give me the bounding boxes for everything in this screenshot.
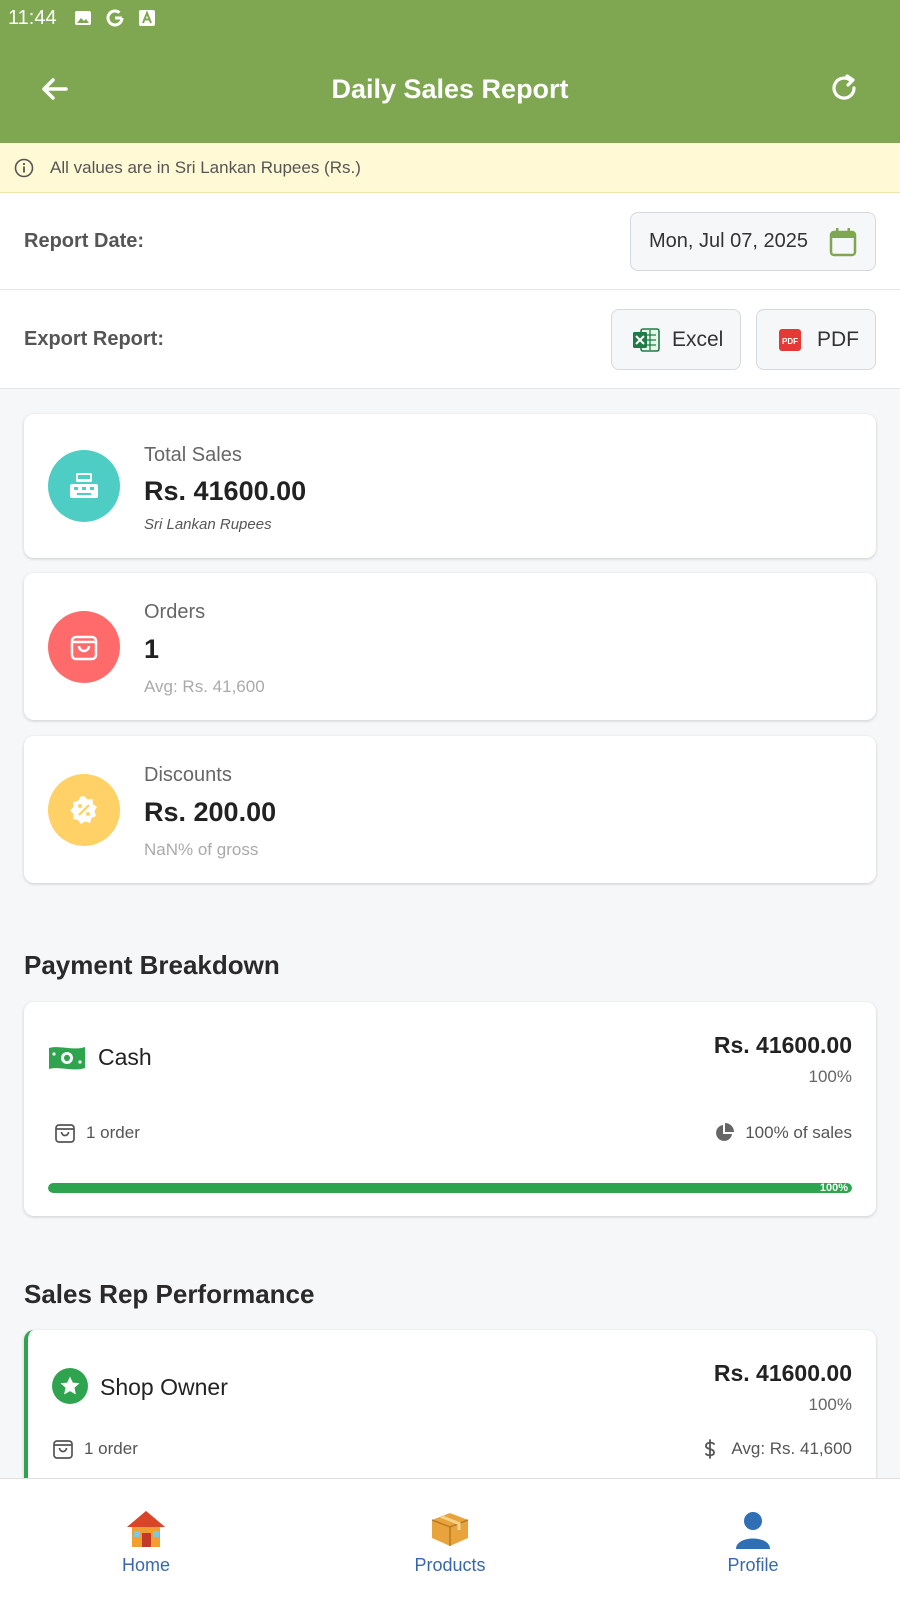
rep-average: Avg: Rs. 41,600 — [699, 1438, 852, 1460]
notice-text: All values are in Sri Lankan Rupees (Rs.… — [50, 157, 361, 177]
nav-profile-label: Profile — [727, 1555, 779, 1575]
nav-products[interactable]: Products — [370, 1507, 530, 1576]
status-bar: 11:44 — [0, 0, 900, 36]
stat-value: Rs. 200.00 — [144, 797, 277, 827]
progress-fill: 100% — [48, 1183, 852, 1193]
nav-products-label: Products — [414, 1555, 486, 1575]
discounts-card: Discounts Rs. 200.00 NaN% of gross — [24, 736, 876, 883]
page-title: Daily Sales Report — [331, 74, 569, 104]
rep-orders-text: 1 order — [84, 1439, 138, 1458]
nav-home-label: Home — [121, 1555, 170, 1575]
export-label: Export Report: — [24, 327, 164, 350]
excel-label: Excel — [672, 327, 724, 351]
stat-value: Rs. 41600.00 — [144, 476, 307, 506]
orders-card: Orders 1 Avg: Rs. 41,600 — [24, 573, 876, 720]
status-time: 11:44 — [8, 6, 57, 29]
cash-icon — [48, 1044, 86, 1072]
excel-icon — [632, 327, 660, 353]
refresh-icon[interactable] — [828, 72, 860, 104]
rep-percent: 100% — [808, 1395, 852, 1414]
discount-badge-icon — [48, 774, 120, 846]
payment-amount: Rs. 41600.00 — [713, 1032, 852, 1058]
calendar-icon — [829, 227, 857, 257]
nav-home[interactable]: Home — [66, 1507, 226, 1576]
stat-label: Total Sales — [144, 444, 242, 466]
arrow-left-icon[interactable] — [38, 72, 72, 106]
rep-name: Shop Owner — [100, 1374, 228, 1400]
progress-label: 100% — [819, 1183, 848, 1193]
payment-orders-text: 1 order — [86, 1123, 140, 1142]
cash-register-icon — [48, 450, 120, 522]
payment-percent: 100% — [808, 1067, 852, 1086]
payment-progress-bar: 100% — [48, 1183, 852, 1193]
export-excel-button[interactable]: Excel — [611, 309, 741, 370]
bottom-navigation: Home Products Profile — [0, 1478, 900, 1600]
star-icon — [52, 1368, 88, 1404]
dollar-icon — [699, 1438, 721, 1460]
person-icon — [731, 1507, 775, 1551]
payment-orders: 1 order — [54, 1122, 140, 1144]
shopping-bag-icon — [52, 1438, 74, 1460]
pdf-icon: PDF — [777, 327, 805, 353]
pie-chart-icon — [713, 1122, 735, 1144]
pdf-label: PDF — [817, 327, 859, 351]
date-picker-button[interactable]: Mon, Jul 07, 2025 — [630, 212, 876, 271]
export-pdf-button[interactable]: PDF PDF — [756, 309, 876, 370]
nav-profile[interactable]: Profile — [673, 1507, 833, 1576]
export-row: Export Report: Excel PDF PDF — [0, 290, 900, 389]
house-icon — [124, 1507, 168, 1551]
rep-amount: Rs. 41600.00 — [713, 1360, 852, 1386]
payment-share-text: 100% of sales — [745, 1123, 852, 1142]
report-date-label: Report Date: — [24, 229, 145, 252]
report-date-row: Report Date: Mon, Jul 07, 2025 — [0, 193, 900, 290]
rep-orders: 1 order — [52, 1438, 138, 1460]
shopping-bag-icon — [48, 611, 120, 683]
shopping-bag-icon — [54, 1122, 76, 1144]
app-bar: Daily Sales Report — [0, 36, 900, 143]
stat-label: Discounts — [144, 764, 232, 786]
svg-text:PDF: PDF — [782, 337, 798, 346]
payment-card-cash: Cash Rs. 41600.00 100% 1 order 100% of s… — [24, 1002, 876, 1216]
currency-notice: All values are in Sri Lankan Rupees (Rs.… — [0, 143, 900, 193]
date-value: Mon, Jul 07, 2025 — [649, 230, 808, 252]
stat-label: Orders — [144, 601, 206, 623]
a-icon — [137, 8, 157, 28]
payment-share: 100% of sales — [713, 1122, 852, 1144]
google-icon — [105, 8, 125, 28]
stat-value: 1 — [144, 634, 160, 664]
total-sales-card: Total Sales Rs. 41600.00 Sri Lankan Rupe… — [24, 414, 876, 558]
package-icon — [428, 1507, 472, 1551]
stat-subtext: Sri Lankan Rupees — [144, 516, 272, 533]
stat-subtext: NaN% of gross — [144, 840, 259, 859]
payment-breakdown-title: Payment Breakdown — [24, 950, 280, 980]
image-icon — [73, 8, 93, 28]
rep-avg-text: Avg: Rs. 41,600 — [731, 1439, 852, 1458]
payment-method-label: Cash — [98, 1044, 152, 1070]
stat-subtext: Avg: Rs. 41,600 — [144, 677, 265, 696]
sales-rep-title: Sales Rep Performance — [24, 1279, 315, 1309]
info-icon — [14, 158, 34, 178]
